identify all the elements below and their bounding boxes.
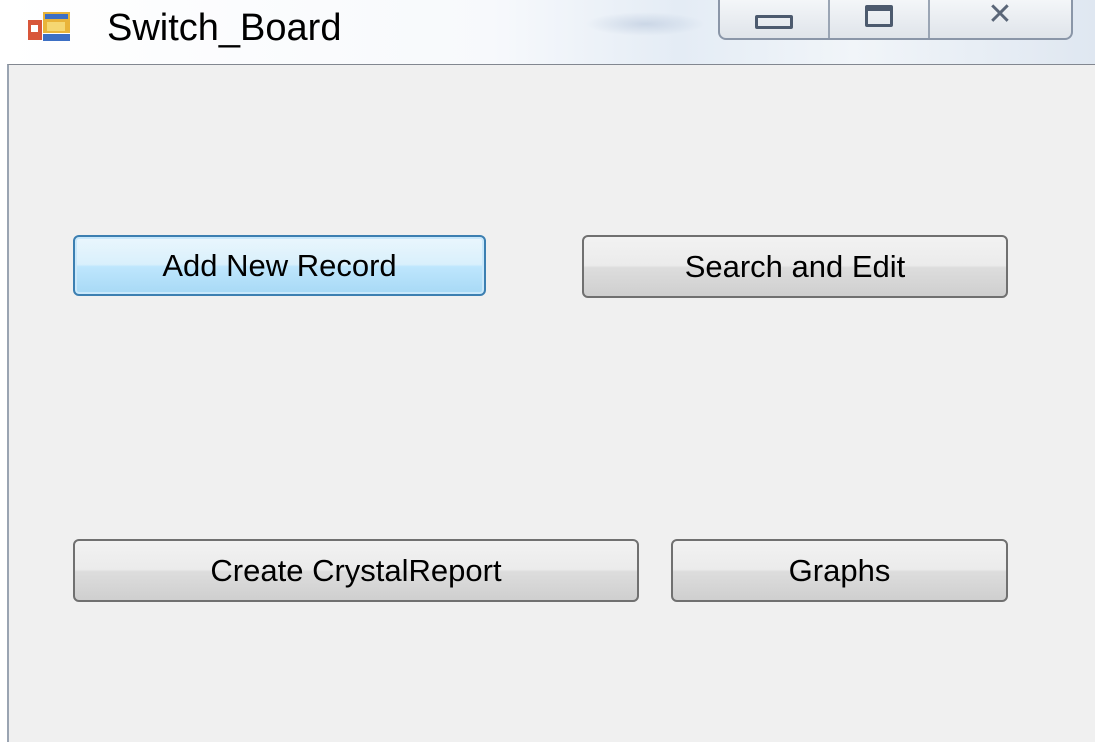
switch-board-window: Switch_Board ✕ Add New Record Search and… — [0, 0, 1095, 742]
add-new-record-button[interactable]: Add New Record — [73, 235, 486, 296]
close-icon: ✕ — [987, 0, 1014, 31]
minimize-icon — [755, 15, 793, 29]
title-bar-reflection — [585, 12, 705, 36]
create-crystal-report-label: Create CrystalReport — [210, 552, 502, 588]
maximize-button[interactable] — [830, 0, 930, 38]
add-new-record-label: Add New Record — [162, 247, 397, 283]
search-and-edit-label: Search and Edit — [684, 248, 906, 284]
title-bar[interactable]: Switch_Board ✕ — [0, 0, 1095, 64]
graphs-button[interactable]: Graphs — [671, 539, 1008, 602]
maximize-icon — [865, 5, 893, 27]
search-and-edit-button[interactable]: Search and Edit — [582, 235, 1008, 298]
minimize-button[interactable] — [720, 0, 830, 38]
caption-buttons: ✕ — [718, 0, 1073, 40]
form-client-area: Add New Record Search and Edit Create Cr… — [7, 64, 1095, 742]
app-icon — [28, 12, 70, 41]
close-button[interactable]: ✕ — [930, 0, 1071, 38]
window-title: Switch_Board — [107, 7, 342, 49]
create-crystal-report-button[interactable]: Create CrystalReport — [73, 539, 639, 602]
graphs-label: Graphs — [788, 552, 891, 588]
